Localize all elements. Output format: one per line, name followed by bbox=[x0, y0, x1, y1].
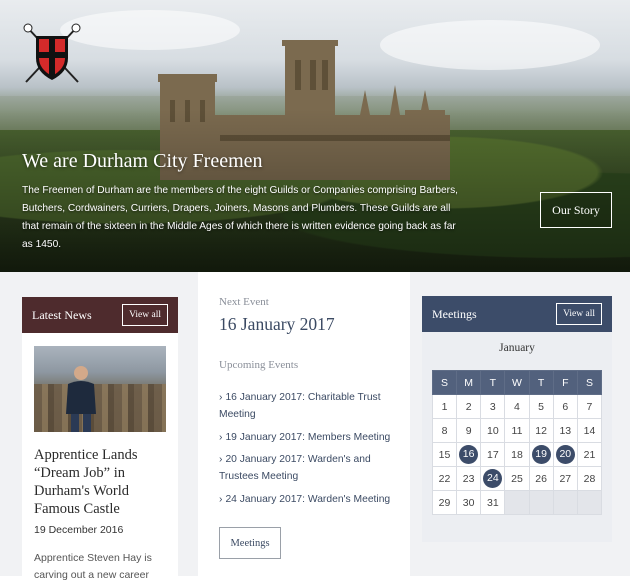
next-event-label: Next Event bbox=[219, 296, 269, 308]
news-article-excerpt: Apprentice Steven Hay is carving out a n… bbox=[34, 552, 152, 581]
calendar-event-day-marker[interactable]: 20 bbox=[555, 445, 575, 464]
apprentice-figure bbox=[66, 366, 96, 432]
meetings-button[interactable]: Meetings bbox=[219, 527, 281, 559]
chevron-right-icon: › bbox=[219, 431, 223, 443]
calendar-header-title: Meetings bbox=[432, 306, 477, 321]
calendar-day[interactable]: 5 bbox=[528, 394, 554, 419]
news-article-title[interactable]: Apprentice Lands “Dream Job” in Durham's… bbox=[34, 446, 166, 518]
calendar-day[interactable]: 22 bbox=[431, 466, 458, 491]
calendar-day[interactable]: 11 bbox=[504, 418, 530, 443]
calendar-event-day-marker[interactable]: 19 bbox=[531, 445, 551, 464]
calendar-week-row: 29 30 31 bbox=[431, 490, 603, 515]
calendar-day[interactable]: 10 bbox=[480, 418, 506, 443]
guild-crest-logo[interactable] bbox=[20, 22, 84, 86]
hero-banner: We are Durham City Freemen The Freemen o… bbox=[0, 0, 630, 272]
event-item-text: 24 January 2017: Warden's Meeting bbox=[225, 493, 391, 505]
calendar-day[interactable]: 24 bbox=[480, 466, 506, 491]
event-item[interactable]: › 24 January 2017: Warden's Meeting bbox=[219, 491, 404, 508]
calendar-week-row: 8 9 10 11 12 13 14 bbox=[431, 418, 603, 443]
weekday-header: W bbox=[504, 370, 530, 395]
calendar-day[interactable]: 8 bbox=[431, 418, 458, 443]
hero-title: We are Durham City Freemen bbox=[22, 150, 263, 172]
calendar-day[interactable]: 31 bbox=[480, 490, 506, 515]
calendar-month-label: January bbox=[499, 342, 535, 354]
content-area: Latest News View all Apprentice Lands “D… bbox=[0, 272, 630, 587]
weekday-header-row: SMTWTFS bbox=[431, 370, 603, 395]
calendar-week-row: 22 23 24 25 26 27 28 bbox=[431, 466, 603, 491]
calendar-day[interactable]: 26 bbox=[528, 466, 554, 491]
calendar-day[interactable]: 29 bbox=[431, 490, 458, 515]
calendar-day[interactable]: 14 bbox=[576, 418, 603, 443]
calendar-day[interactable]: 3 bbox=[480, 394, 506, 419]
events-panel: Next Event 16 January 2017 Upcoming Even… bbox=[198, 272, 410, 576]
calendar-view-all-button[interactable]: View all bbox=[556, 303, 602, 325]
calendar-day[interactable]: 21 bbox=[576, 442, 603, 467]
calendar-day[interactable]: 17 bbox=[480, 442, 506, 467]
meetings-calendar-card: Meetings View all January SMTWTFS 123456… bbox=[422, 296, 612, 542]
calendar-grid: SMTWTFS 1 2 3 4 5 6 7 8 9 10 11 12 13 14 15 16 17 18 19 20 2… bbox=[431, 370, 603, 515]
calendar-day[interactable]: 1 bbox=[431, 394, 458, 419]
calendar-day[interactable]: 16 bbox=[456, 442, 482, 467]
news-view-all-button[interactable]: View all bbox=[122, 304, 168, 326]
upcoming-events-list: › 16 January 2017: Charitable Trust Meeti… bbox=[219, 389, 404, 513]
chevron-right-icon: › bbox=[219, 392, 223, 403]
calendar-day[interactable]: 7 bbox=[576, 394, 603, 419]
news-header: Latest News View all bbox=[22, 297, 178, 333]
news-thumbnail-image[interactable] bbox=[34, 346, 166, 432]
upcoming-events-label: Upcoming Events bbox=[219, 359, 299, 371]
calendar-day[interactable]: 18 bbox=[504, 442, 530, 467]
calendar-event-day-marker[interactable]: 24 bbox=[483, 469, 503, 488]
calendar-event-day-marker[interactable]: 16 bbox=[459, 445, 479, 464]
calendar-body: 1 2 3 4 5 6 7 8 9 10 11 12 13 14 15 16 17 18 19 20 21 22 23 24 2… bbox=[431, 394, 603, 515]
news-article-date: 19 December 2016 bbox=[34, 524, 124, 536]
weekday-header: M bbox=[456, 370, 482, 395]
next-event-date[interactable]: 16 January 2017 bbox=[219, 314, 335, 335]
weekday-header: S bbox=[431, 370, 458, 395]
calendar-day[interactable]: 2 bbox=[456, 394, 482, 419]
calendar-week-row: 15 16 17 18 19 20 21 bbox=[431, 442, 603, 467]
latest-news-card: Latest News View all Apprentice Lands “D… bbox=[22, 297, 178, 587]
chevron-right-icon: › bbox=[219, 454, 223, 465]
event-item[interactable]: › 19 January 2017: Members Meeting bbox=[219, 429, 404, 446]
calendar-day[interactable]: 19 bbox=[528, 442, 554, 467]
calendar-day[interactable]: 28 bbox=[576, 466, 603, 491]
calendar-header: Meetings View all bbox=[422, 296, 612, 332]
calendar-empty-cell bbox=[552, 490, 578, 515]
weekday-header: S bbox=[576, 370, 603, 395]
calendar-day[interactable]: 12 bbox=[528, 418, 554, 443]
event-item[interactable]: › 16 January 2017: Charitable Trust Meeti… bbox=[219, 389, 404, 423]
weekday-header: T bbox=[528, 370, 554, 395]
calendar-empty-cell bbox=[528, 490, 554, 515]
news-header-title: Latest News bbox=[32, 307, 92, 322]
calendar-day[interactable]: 25 bbox=[504, 466, 530, 491]
event-item-text: 19 January 2017: Members Meeting bbox=[225, 431, 391, 443]
chevron-right-icon: › bbox=[219, 493, 223, 505]
event-item[interactable]: › 20 January 2017: Warden's and Trustees … bbox=[219, 451, 404, 485]
weekday-header: F bbox=[552, 370, 578, 395]
calendar-day[interactable]: 23 bbox=[456, 466, 482, 491]
hero-description: The Freemen of Durham are the members of… bbox=[22, 185, 458, 250]
calendar-day[interactable]: 9 bbox=[456, 418, 482, 443]
our-story-button[interactable]: Our Story bbox=[540, 192, 612, 228]
event-item-text: 16 January 2017: Charitable Trust Meetin… bbox=[219, 392, 381, 420]
calendar-empty-cell bbox=[576, 490, 603, 515]
calendar-day[interactable]: 30 bbox=[456, 490, 482, 515]
calendar-week-row: 1234567 bbox=[431, 394, 603, 419]
town-rooftops bbox=[34, 384, 166, 432]
calendar-day[interactable]: 27 bbox=[552, 466, 578, 491]
calendar-day[interactable]: 6 bbox=[552, 394, 578, 419]
weekday-header: T bbox=[480, 370, 506, 395]
calendar-day[interactable]: 13 bbox=[552, 418, 578, 443]
calendar-day[interactable]: 4 bbox=[504, 394, 530, 419]
calendar-day[interactable]: 15 bbox=[431, 442, 458, 467]
event-item-text: 20 January 2017: Warden's and Trustees M… bbox=[219, 454, 371, 482]
calendar-day[interactable]: 20 bbox=[552, 442, 578, 467]
calendar-empty-cell bbox=[504, 490, 530, 515]
